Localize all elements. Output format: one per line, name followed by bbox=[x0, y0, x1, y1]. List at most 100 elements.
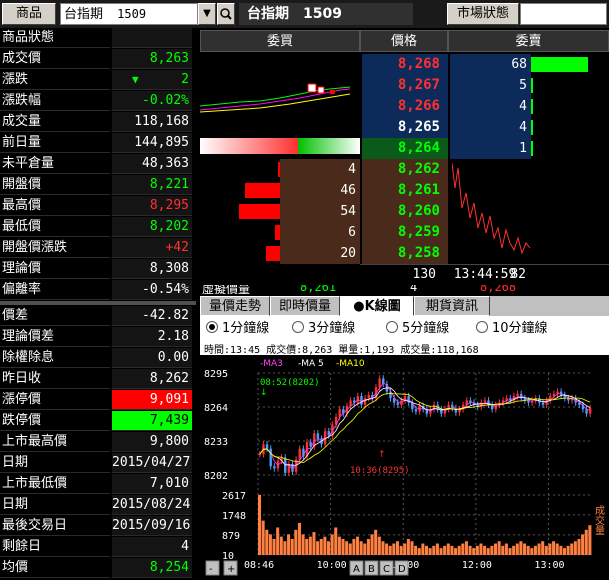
search-icon[interactable] bbox=[217, 3, 235, 25]
volume-bar bbox=[370, 534, 374, 555]
volume-bar bbox=[464, 541, 468, 555]
ask-price[interactable]: 8,268 bbox=[362, 54, 448, 75]
quote-row: 漲停價 9,091 bbox=[0, 390, 196, 411]
tab-price-volume-trend[interactable]: 量價走勢 bbox=[200, 296, 270, 316]
bid-price[interactable]: 8,260 bbox=[362, 201, 448, 222]
volume-bar bbox=[454, 548, 458, 555]
radio-3min[interactable]: 3分鐘線 bbox=[292, 320, 355, 338]
tab-k-line-chart[interactable]: ●K線圖 bbox=[340, 296, 414, 316]
volume-bar bbox=[312, 532, 316, 555]
radio-10min[interactable]: 10分鐘線 bbox=[476, 320, 548, 338]
volume-bar bbox=[457, 545, 461, 555]
chart-nav-button-label: + bbox=[227, 564, 235, 575]
product-select[interactable]: 台指期 1509 bbox=[60, 3, 198, 25]
k-line-panel: 1分鐘線 3分鐘線 5分鐘線 10分鐘線 時間:13:45 成交價:8,263 … bbox=[200, 316, 609, 576]
chart-legend-item: -MA3 bbox=[260, 359, 283, 369]
quote-row: 最後交易日 2015/09/16 bbox=[0, 516, 196, 537]
ask-price[interactable]: 8,264 bbox=[362, 138, 448, 159]
volume-bar bbox=[258, 495, 262, 555]
volume-bar bbox=[552, 541, 556, 555]
x-tick-label: 08:46 bbox=[244, 560, 274, 571]
tab-futures-info[interactable]: 期貨資訊 bbox=[414, 296, 490, 316]
volume-bar bbox=[334, 527, 338, 555]
top-toolbar: 商品 台指期 1509 ▼ 台指期 1509 市場狀態 bbox=[0, 0, 609, 28]
k-line-chart: 829582648233820208:4610:0011:0012:0013:0… bbox=[204, 359, 605, 576]
ask-volume-bar bbox=[531, 78, 533, 93]
volume-tick-label: 2617 bbox=[222, 491, 246, 502]
low-marker-label: 10:36(8295) bbox=[350, 466, 410, 476]
volume-bar bbox=[356, 536, 360, 555]
volume-bar bbox=[414, 545, 418, 555]
down-arrow-icon: ↓ bbox=[260, 388, 268, 398]
quote-row: 漲跌 ▼ 2 bbox=[0, 70, 196, 91]
ask-price[interactable]: 8,266 bbox=[362, 96, 448, 117]
quote-label: 跌停價 bbox=[0, 411, 110, 431]
volume-bar bbox=[450, 545, 454, 555]
volume-bar bbox=[385, 543, 389, 555]
volume-bar bbox=[581, 534, 585, 555]
radio-5min[interactable]: 5分鐘線 bbox=[386, 320, 449, 338]
quote-value: 9,091 bbox=[112, 390, 192, 410]
bid-volume-bar bbox=[266, 246, 280, 261]
candle-body bbox=[298, 448, 301, 460]
quote-value: 0.00 bbox=[112, 348, 192, 368]
volume-tick-label: 879 bbox=[222, 531, 240, 542]
product-button[interactable]: 商品 bbox=[2, 3, 56, 25]
quote-row: 成交量 118,168 bbox=[0, 112, 196, 133]
bid-price[interactable]: 8,261 bbox=[362, 180, 448, 201]
quote-value: 2015/08/24 bbox=[112, 495, 192, 515]
volume-axis-label: 成交量 bbox=[593, 505, 605, 535]
candle-body bbox=[494, 404, 497, 410]
quote-header: 商品狀態 bbox=[0, 28, 110, 48]
quote-row: 剩餘日 4 bbox=[0, 537, 196, 558]
ask-quantity: 4 bbox=[450, 96, 531, 117]
chevron-down-icon[interactable]: ▼ bbox=[198, 3, 216, 25]
volume-bar bbox=[537, 543, 541, 555]
y-tick-label: 8202 bbox=[204, 471, 228, 482]
volume-bar bbox=[348, 543, 352, 555]
volume-bar bbox=[272, 538, 276, 555]
quote-row: 除權除息 0.00 bbox=[0, 348, 196, 369]
volume-bar bbox=[533, 545, 537, 555]
volume-bar bbox=[316, 541, 320, 555]
tab-realtime-price-volume[interactable]: 即時價量 bbox=[270, 296, 340, 316]
radio-1min[interactable]: 1分鐘線 bbox=[206, 320, 269, 338]
candle-body bbox=[414, 409, 418, 412]
x-tick-label: 12:00 bbox=[462, 560, 492, 571]
volume-bar bbox=[555, 543, 559, 555]
radio-unchecked-icon bbox=[386, 321, 398, 333]
bid-price[interactable]: 8,262 bbox=[362, 159, 448, 180]
bid-quantity: 6 bbox=[280, 222, 360, 243]
quote-value: 4 bbox=[112, 537, 192, 557]
ask-price[interactable]: 8,265 bbox=[362, 117, 448, 138]
bid-price[interactable]: 8,259 bbox=[362, 222, 448, 243]
quote-value: 8,263 bbox=[112, 49, 192, 69]
window-title: 台指期 1509 bbox=[239, 3, 413, 25]
volume-bar bbox=[341, 538, 345, 555]
volume-bar bbox=[330, 534, 334, 555]
volume-bar bbox=[305, 538, 309, 555]
quote-value: 2.18 bbox=[112, 327, 192, 347]
quote-value: 2015/04/27 bbox=[112, 453, 192, 473]
volume-bar bbox=[493, 543, 498, 555]
ask-price[interactable]: 8,267 bbox=[362, 75, 448, 96]
quote-value: 144,895 bbox=[112, 133, 192, 153]
quote-value: ▼ 2 bbox=[112, 70, 192, 90]
quote-label: 理論價 bbox=[0, 259, 110, 279]
candle-body bbox=[483, 400, 487, 403]
volume-bar bbox=[435, 543, 439, 555]
volume-bar bbox=[403, 543, 407, 555]
volume-bar bbox=[584, 529, 588, 555]
quote-label: 偏離率 bbox=[0, 280, 110, 300]
bid-price[interactable]: 8,258 bbox=[362, 243, 448, 264]
candle-body bbox=[403, 396, 407, 401]
volume-bar bbox=[279, 536, 283, 555]
quote-value: -0.54% bbox=[112, 280, 192, 300]
product-code: 1509 bbox=[117, 7, 147, 21]
ask-quantity: 68 bbox=[450, 54, 531, 75]
volume-bar bbox=[319, 538, 323, 555]
market-status-label: 市場狀態 bbox=[447, 3, 519, 25]
chart-info-line: 時間:13:45 成交價:8,263 單量:1,193 成交量:118,168 bbox=[204, 345, 479, 356]
candle-body bbox=[367, 394, 370, 399]
volume-bar bbox=[363, 543, 367, 555]
